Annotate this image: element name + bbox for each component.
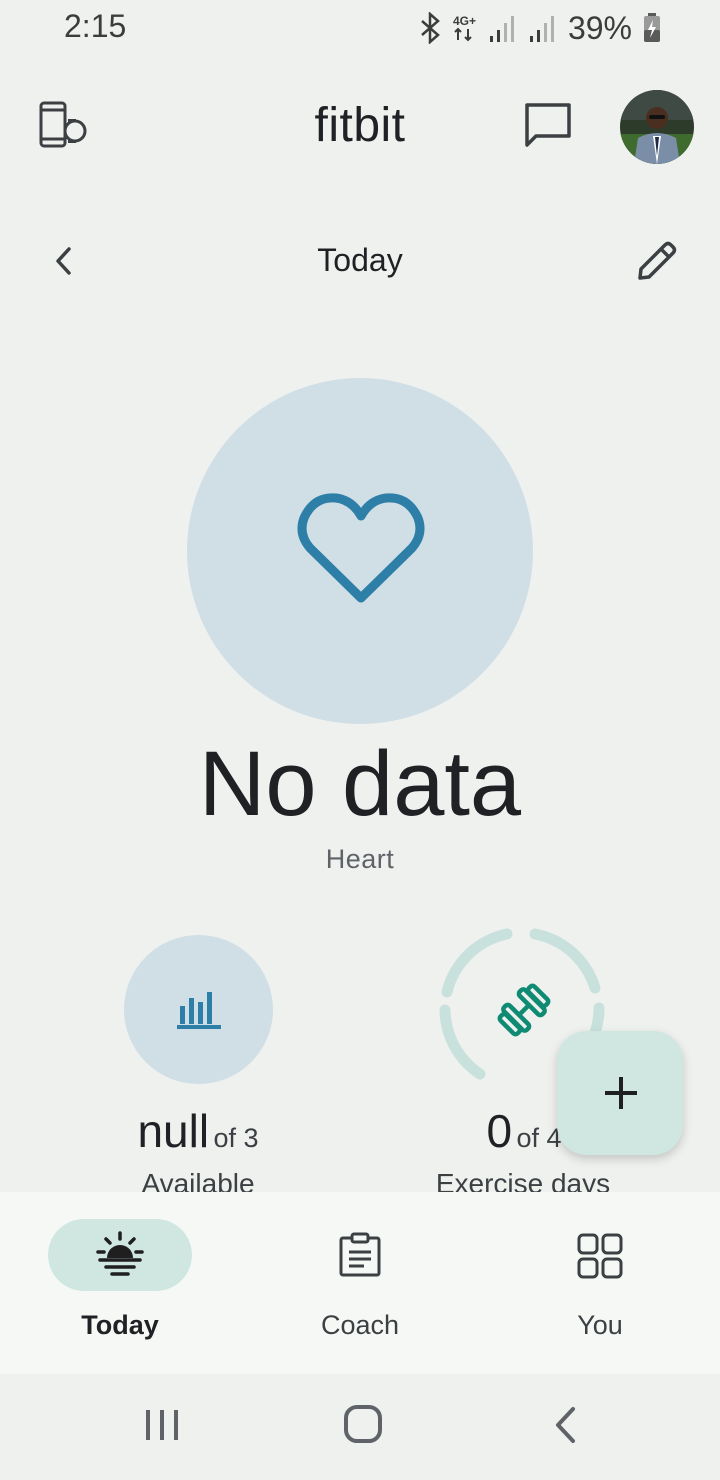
messages-icon[interactable] bbox=[522, 100, 574, 152]
plus-icon bbox=[605, 1077, 637, 1109]
exercise-days-of: of 4 bbox=[516, 1123, 562, 1153]
avatar[interactable] bbox=[620, 90, 694, 164]
clipboard-icon[interactable] bbox=[338, 1232, 382, 1278]
sunrise-icon bbox=[96, 1231, 144, 1276]
signal-icon-2 bbox=[529, 16, 554, 42]
svg-text:4G+: 4G+ bbox=[453, 14, 476, 28]
heart-value: No data bbox=[198, 733, 522, 835]
bar-chart-icon bbox=[177, 992, 221, 1029]
grid-icon[interactable] bbox=[576, 1232, 624, 1280]
bluetooth-icon bbox=[421, 12, 440, 44]
back-icon[interactable] bbox=[553, 1406, 577, 1444]
date-label: Today bbox=[317, 242, 403, 278]
available-count: null bbox=[137, 1105, 210, 1157]
home-icon[interactable] bbox=[343, 1404, 383, 1444]
battery-charging-icon bbox=[644, 13, 660, 42]
nav-today-label[interactable]: Today bbox=[40, 1310, 200, 1341]
status-time: 2:15 bbox=[64, 8, 127, 44]
signal-icon bbox=[489, 16, 514, 42]
nav-you-label[interactable]: You bbox=[520, 1310, 680, 1341]
nav-coach-label[interactable]: Coach bbox=[280, 1310, 440, 1341]
battery-percent: 39% bbox=[567, 9, 632, 46]
heart-icon bbox=[297, 493, 425, 603]
available-of: of 3 bbox=[213, 1123, 259, 1153]
status-indicators: 4G+ 39% bbox=[418, 8, 662, 48]
exercise-days-count: 0 bbox=[486, 1105, 513, 1157]
network-4g-icon: 4G+ bbox=[453, 14, 476, 42]
heart-caption: Heart bbox=[325, 844, 395, 874]
recents-icon[interactable] bbox=[144, 1408, 180, 1442]
available-value: null of 3 bbox=[80, 1104, 316, 1158]
dumbbell-icon bbox=[497, 983, 551, 1037]
app-title: fitbit bbox=[314, 99, 406, 152]
pencil-icon[interactable] bbox=[634, 238, 680, 284]
